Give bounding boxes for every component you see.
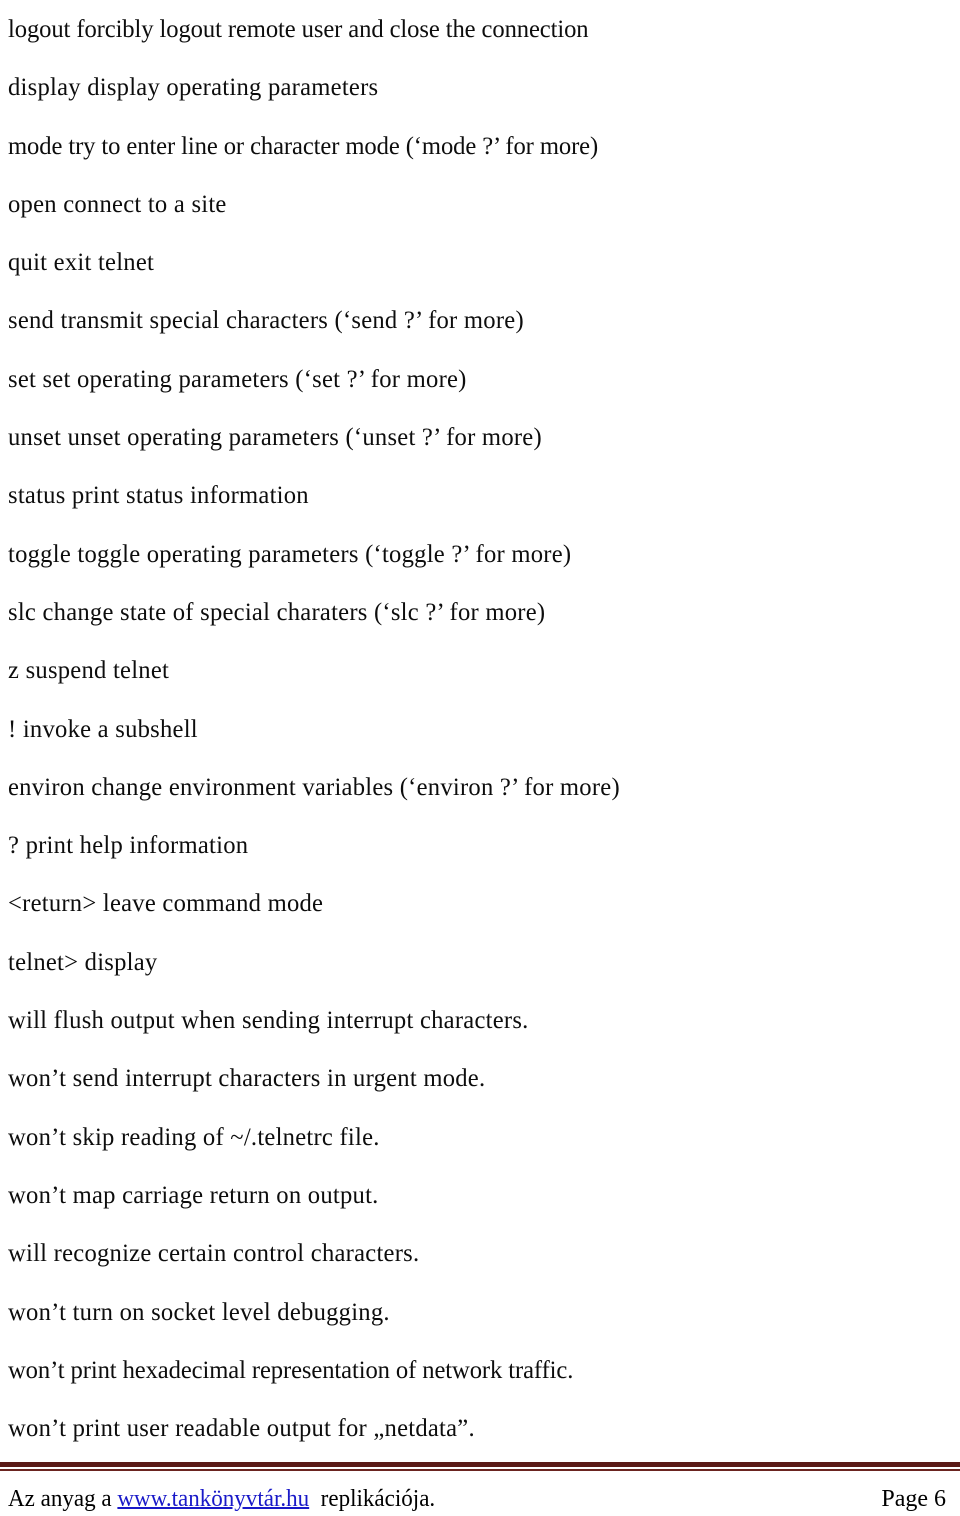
text-line: set set operating parameters (‘set ?’ fo…: [8, 363, 467, 393]
page-number: Page 6: [881, 1486, 946, 1512]
text-line: won’t skip reading of ~/.telnetrc file.: [8, 1121, 380, 1151]
text-line: won’t turn on socket level debugging.: [8, 1296, 390, 1326]
text-line: display display operating parameters: [8, 72, 379, 102]
footer-attribution: Az anyag a www.tankönyvtár.hu replikáció…: [8, 1484, 435, 1514]
text-line: send transmit special characters (‘send …: [8, 305, 524, 335]
text-line: quit exit telnet: [8, 247, 155, 277]
document-page: logout forcibly logout remote user and c…: [0, 0, 960, 1516]
page-footer: Az anyag a www.tankönyvtár.hu replikáció…: [0, 1430, 960, 1516]
text-line: ! invoke a subshell: [8, 713, 198, 743]
tankonyvtar-link[interactable]: www.tankönyvtár.hu: [117, 1486, 309, 1512]
text-line: won’t map carriage return on output.: [8, 1179, 379, 1209]
text-line: slc change state of special charaters (‘…: [8, 596, 546, 626]
text-line: won’t send interrupt characters in urgen…: [8, 1063, 486, 1093]
text-line: telnet> display: [8, 946, 158, 976]
text-line: unset unset operating parameters (‘unset…: [8, 422, 542, 452]
footer-row: Az anyag a www.tankönyvtár.hu replikáció…: [0, 1482, 960, 1516]
text-line: open connect to a site: [8, 188, 227, 218]
page-body-text: logout forcibly logout remote user and c…: [8, 0, 952, 1457]
text-line: will recognize certain control character…: [8, 1238, 420, 1268]
text-line: toggle toggle operating parameters (‘tog…: [8, 538, 572, 568]
text-line: z suspend telnet: [8, 655, 170, 685]
text-line: won’t print hexadecimal representation o…: [8, 1354, 574, 1384]
footer-rule-thin: [0, 1469, 960, 1471]
text-line: will flush output when sending interrupt…: [8, 1005, 529, 1035]
text-line: logout forcibly logout remote user and c…: [8, 14, 589, 43]
text-line: mode try to enter line or character mode…: [8, 130, 599, 160]
text-line: <return> leave command mode: [8, 888, 324, 918]
text-line: ? print help information: [8, 830, 249, 860]
footer-text-after-link: replikációja.: [309, 1486, 436, 1512]
footer-text-before-link: Az anyag a: [8, 1486, 118, 1512]
text-line: environ change environment variables (‘e…: [8, 771, 620, 801]
text-line: status print status information: [8, 480, 309, 510]
